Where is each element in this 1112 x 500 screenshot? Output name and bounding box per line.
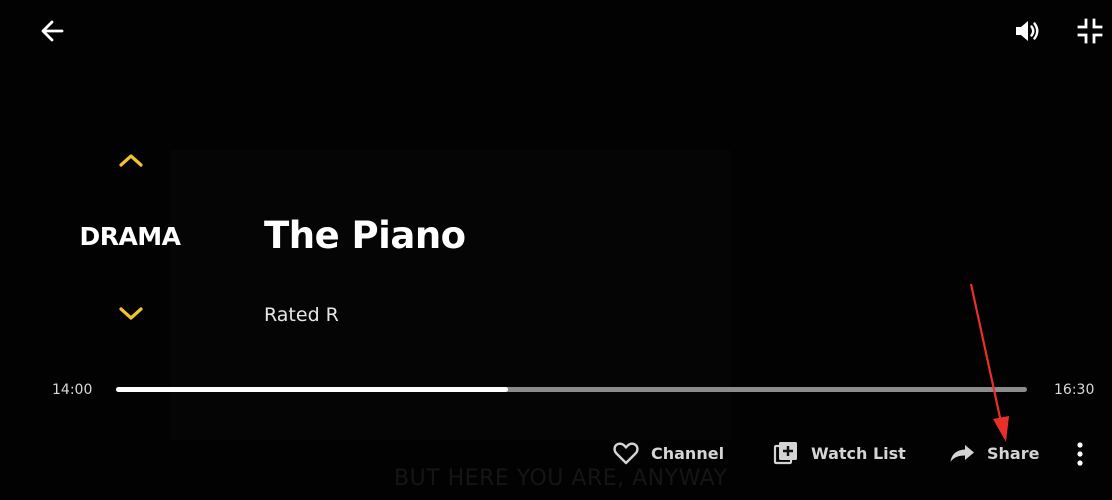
share-button[interactable]: Share bbox=[947, 436, 1039, 470]
exit-fullscreen-button[interactable] bbox=[1073, 14, 1107, 48]
next-genre-button[interactable] bbox=[115, 302, 147, 326]
watch-list-label: Watch List bbox=[811, 443, 906, 463]
watch-list-button[interactable]: Watch List bbox=[771, 436, 906, 470]
channel-button[interactable]: Channel bbox=[611, 436, 724, 470]
progress-fill bbox=[116, 387, 508, 392]
previous-genre-button[interactable] bbox=[115, 148, 147, 172]
back-button[interactable] bbox=[36, 14, 70, 48]
add-to-list-icon bbox=[771, 438, 801, 468]
share-label: Share bbox=[987, 443, 1040, 463]
volume-button[interactable] bbox=[1010, 14, 1044, 48]
heart-icon bbox=[611, 438, 641, 468]
genre-label[interactable]: DRAMA bbox=[50, 222, 210, 251]
player-screen: DRAMA The Piano Rated R 14:00 16:30 Chan… bbox=[0, 0, 1112, 500]
program-title: The Piano bbox=[264, 214, 466, 257]
share-icon bbox=[947, 438, 977, 468]
fullscreen-exit-icon bbox=[1077, 18, 1103, 44]
start-time: 14:00 bbox=[52, 382, 93, 398]
subtitle-text: BUT HERE YOU ARE, ANYWAY bbox=[394, 466, 728, 491]
chevron-up-icon bbox=[119, 154, 143, 167]
more-vertical-icon bbox=[1077, 442, 1083, 466]
video-frame bbox=[170, 150, 730, 440]
arrow-left-icon bbox=[41, 20, 64, 42]
volume-icon bbox=[1016, 21, 1039, 41]
program-rating: Rated R bbox=[264, 304, 339, 326]
progress-bar[interactable] bbox=[116, 387, 1027, 392]
end-time: 16:30 bbox=[1054, 382, 1095, 398]
channel-label: Channel bbox=[651, 443, 725, 463]
more-options-button[interactable] bbox=[1066, 438, 1094, 470]
chevron-down-icon bbox=[119, 307, 143, 320]
